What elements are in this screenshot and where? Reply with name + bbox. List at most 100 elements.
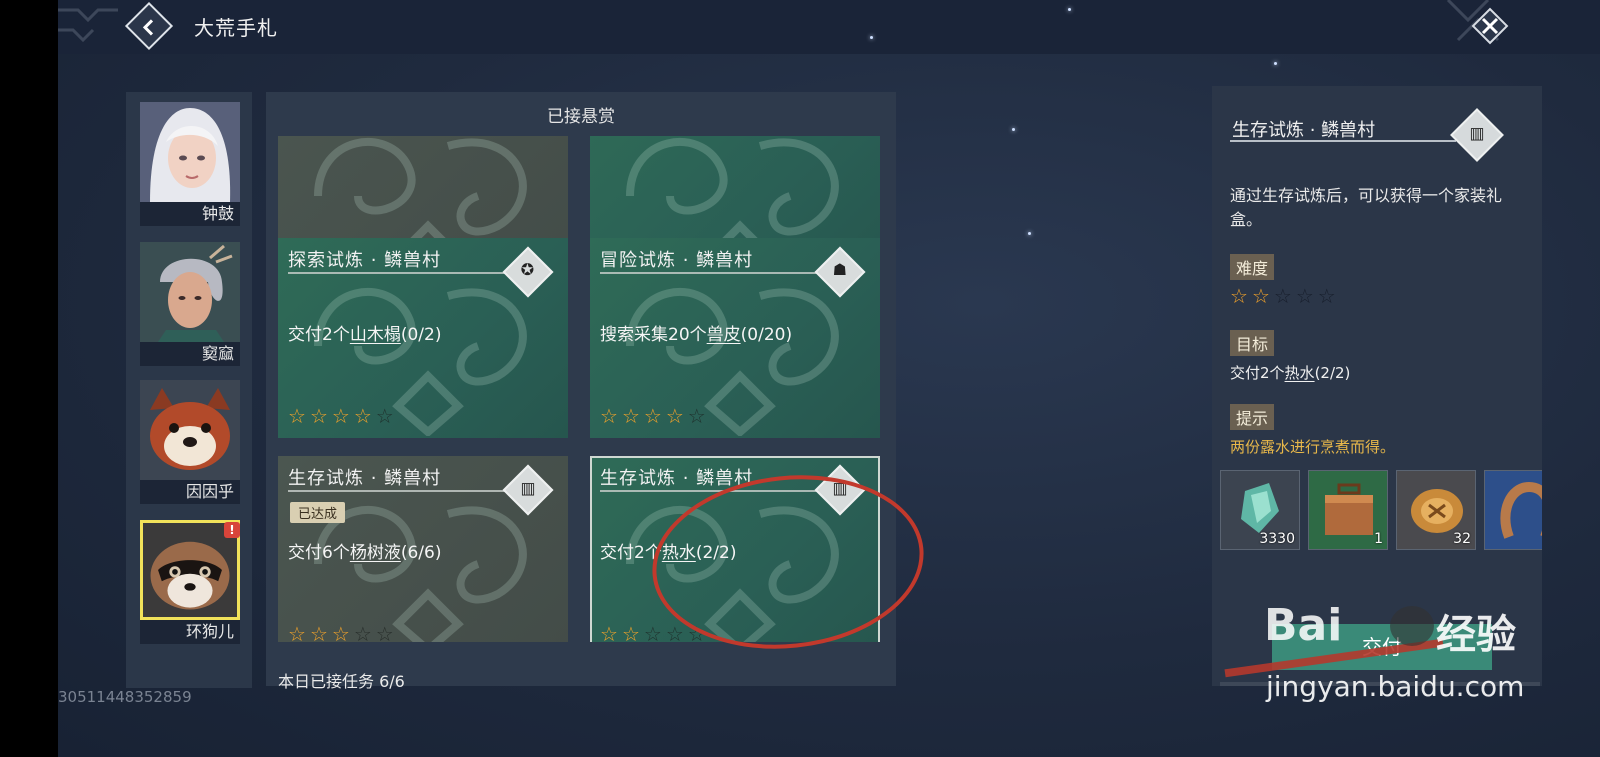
back-arrow-icon bbox=[142, 19, 154, 36]
top-bar bbox=[58, 0, 1600, 54]
goal-text: 交付2个热水(2/2) bbox=[1230, 362, 1350, 383]
horseshoe-icon bbox=[1500, 481, 1542, 539]
reward-count: 1 bbox=[1374, 531, 1383, 547]
card-task: 搜索采集20个兽皮(0/20) bbox=[600, 320, 792, 345]
star-icon: ☆ bbox=[643, 622, 662, 642]
character-name: 窫窳 bbox=[140, 342, 240, 366]
star-icon: ☆ bbox=[600, 622, 618, 642]
star-icon: ☆ bbox=[1230, 284, 1248, 308]
task-progress: (0/20) bbox=[740, 325, 793, 345]
character-item-huangouer[interactable]: ! 环狗儿 bbox=[140, 520, 240, 644]
goal-label: 目标 bbox=[1230, 330, 1275, 356]
difficulty-stars: ☆☆☆☆☆ bbox=[288, 406, 394, 426]
difficulty-label: 难度 bbox=[1230, 254, 1275, 280]
completed-badge: 已达成 bbox=[290, 502, 346, 523]
reward-item[interactable] bbox=[1484, 470, 1542, 550]
card-title: 探索试炼 · 鳞兽村 bbox=[288, 250, 442, 271]
task-progress: (2/2) bbox=[695, 543, 737, 563]
reward-item[interactable]: 1 bbox=[1308, 470, 1388, 550]
star-icon: ☆ bbox=[1273, 284, 1292, 308]
bounty-card[interactable]: 生存试炼 · 鳞兽村 ▥ 交付2个热水(2/2) ☆ ☆ ☆ ☆ ☆ bbox=[590, 456, 880, 642]
reward-list[interactable]: 3330 1 32 bbox=[1220, 470, 1542, 552]
goal-progress: (2/2) bbox=[1314, 364, 1351, 382]
star-icon: ☆ bbox=[687, 404, 706, 428]
reward-count: 32 bbox=[1453, 531, 1471, 547]
task-item-link[interactable]: 山木榻 bbox=[350, 325, 401, 345]
difficulty-stars: ☆☆☆☆☆ bbox=[600, 406, 706, 426]
star-icon: ☆ bbox=[665, 404, 684, 428]
detail-bottom-bar bbox=[1220, 682, 1540, 686]
star-icon: ☆ bbox=[1251, 284, 1270, 308]
character-portrait bbox=[140, 242, 240, 342]
task-progress: (0/2) bbox=[400, 325, 442, 345]
star-icon: ☆ bbox=[1295, 284, 1314, 308]
star-icon: ☆ bbox=[353, 404, 372, 428]
bounty-card[interactable]: 生存试炼 · 鳞兽村 ▥ 已达成 交付6个杨树液(6/6) ☆ ☆ ☆ ☆ ☆ bbox=[278, 456, 568, 642]
star-icon: ☆ bbox=[375, 404, 394, 428]
page-title: 大荒手札 bbox=[194, 16, 278, 40]
character-item-yinyinhu[interactable]: 因因乎 bbox=[140, 380, 240, 504]
card-task: 交付2个山木榻(0/2) bbox=[288, 320, 441, 345]
task-item-link[interactable]: 兽皮 bbox=[707, 325, 741, 345]
alert-badge: ! bbox=[224, 522, 240, 538]
task-item-link[interactable]: 热水 bbox=[662, 543, 696, 563]
submit-button[interactable]: 交付 bbox=[1272, 624, 1492, 670]
goal-item-link[interactable]: 热水 bbox=[1285, 364, 1315, 382]
character-name: 钟鼓 bbox=[140, 202, 240, 226]
star-icon: ☆ bbox=[331, 404, 350, 428]
bounty-card[interactable]: 探索试炼 · 鳞兽村 ✪ 交付2个山木榻(0/2) ☆ ☆ ☆ ☆ ☆ bbox=[278, 238, 568, 438]
task-item-link[interactable]: 杨树液 bbox=[350, 543, 401, 563]
character-portrait bbox=[140, 102, 240, 202]
task-prefix: 交付2个 bbox=[600, 543, 662, 563]
card-title: 生存试炼 · 鳞兽村 bbox=[600, 468, 754, 489]
bounty-detail-panel: 生存试炼 · 鳞兽村 ▥ 通过生存试炼后，可以获得一个家装礼盒。 难度 ☆ ☆ ☆ ☆… bbox=[1212, 86, 1542, 686]
card-divider bbox=[288, 490, 524, 492]
difficulty-stars: ☆☆☆☆☆ bbox=[288, 624, 394, 642]
star-sparkle bbox=[1028, 232, 1031, 235]
bounty-grid[interactable]: ☆☆☆☆☆☆☆☆☆☆探索试炼 · 鳞兽村✪交付2个山木榻(0/2)☆☆☆☆☆冒险… bbox=[278, 136, 884, 642]
bounty-card[interactable]: 冒险试炼 · 鳞兽村 ☗ 搜索采集20个兽皮(0/20) ☆ ☆ ☆ ☆ ☆ bbox=[590, 238, 880, 438]
close-button[interactable] bbox=[1470, 6, 1510, 46]
reward-item[interactable]: 3330 bbox=[1220, 470, 1300, 550]
detail-description: 通过生存试炼后，可以获得一个家装礼盒。 bbox=[1230, 186, 1503, 229]
bounty-panel: 已接悬赏 ☆☆☆☆☆☆☆☆☆☆探索试炼 · 鳞兽村✪交付2个山木榻(0/2)☆☆… bbox=[266, 92, 896, 686]
character-item-zhonggu[interactable]: 钟鼓 bbox=[140, 102, 240, 226]
star-icon: ☆ bbox=[600, 404, 618, 428]
star-icon: ☆ bbox=[665, 622, 684, 642]
star-sparkle bbox=[1274, 62, 1277, 65]
difficulty-stars: ☆☆☆☆☆ bbox=[600, 624, 706, 642]
corner-ornament-icon bbox=[58, 8, 118, 43]
star-sparkle bbox=[1012, 128, 1015, 131]
daily-task-count: 本日已接任务 6/6 bbox=[278, 672, 405, 691]
card-title: 冒险试炼 · 鳞兽村 bbox=[600, 250, 754, 271]
detail-title: 生存试炼 · 鳞兽村 bbox=[1232, 120, 1376, 141]
character-name: 环狗儿 bbox=[140, 620, 240, 644]
player-uid: 30511448352859 bbox=[58, 688, 192, 706]
star-sparkle bbox=[870, 36, 873, 39]
task-prefix: 交付6个 bbox=[288, 543, 350, 563]
star-icon: ☆ bbox=[375, 622, 394, 642]
star-icon: ☆ bbox=[621, 404, 640, 428]
character-name: 因因乎 bbox=[140, 480, 240, 504]
card-title: 生存试炼 · 鳞兽村 bbox=[288, 468, 442, 489]
panel-title: 已接悬赏 bbox=[547, 107, 615, 127]
star-icon: ☆ bbox=[309, 622, 328, 642]
close-icon bbox=[1471, 7, 1509, 45]
hint-label: 提示 bbox=[1230, 404, 1275, 430]
reward-item[interactable]: 32 bbox=[1396, 470, 1476, 550]
goal-prefix: 交付2个 bbox=[1230, 364, 1285, 382]
star-icon: ☆ bbox=[288, 622, 306, 642]
hint-text: 两份露水进行烹煮而得。 bbox=[1230, 438, 1396, 456]
card-task: 交付2个热水(2/2) bbox=[600, 538, 736, 563]
scroll-icon: ▥ bbox=[1450, 108, 1504, 162]
star-icon: ☆ bbox=[288, 404, 306, 428]
star-icon: ☆ bbox=[621, 622, 640, 642]
star-icon: ☆ bbox=[331, 622, 350, 642]
character-portrait bbox=[140, 380, 240, 480]
card-task: 交付6个杨树液(6/6) bbox=[288, 538, 441, 563]
character-item-yayu[interactable]: 窫窳 bbox=[140, 242, 240, 366]
card-divider bbox=[600, 490, 836, 492]
card-divider bbox=[600, 272, 836, 274]
card-divider bbox=[288, 272, 524, 274]
star-icon: ☆ bbox=[309, 404, 328, 428]
